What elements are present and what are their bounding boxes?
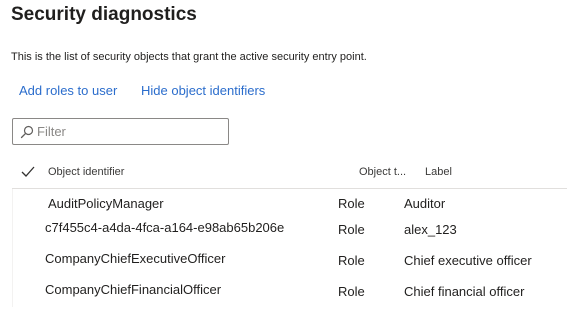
hide-object-identifiers-button[interactable]: Hide object identifiers: [141, 83, 265, 98]
cell-object-identifier: AuditPolicyManager: [48, 196, 164, 211]
cell-label: Chief executive officer: [404, 253, 532, 268]
cell-object-type: Role: [338, 196, 365, 211]
search-icon: [20, 125, 34, 139]
page-description: This is the list of security objects tha…: [11, 51, 367, 63]
table-row[interactable]: CompanyChiefExecutiveOfficer Role Chief …: [12, 250, 567, 276]
cell-object-type: Role: [338, 253, 365, 268]
column-header-object-type[interactable]: Object t...: [359, 166, 413, 178]
table-row[interactable]: CompanyChiefFinancialOfficer Role Chief …: [12, 281, 567, 307]
column-header-object-identifier[interactable]: Object identifier: [48, 166, 124, 178]
column-header-label[interactable]: Label: [425, 166, 452, 178]
page-title: Security diagnostics: [11, 4, 197, 25]
cell-object-identifier: c7f455c4-a4da-4fca-a164-e98ab65b206e: [45, 220, 285, 235]
cell-object-type: Role: [338, 284, 365, 299]
cell-label: Chief financial officer: [404, 284, 525, 299]
cell-object-identifier: CompanyChiefExecutiveOfficer: [45, 251, 226, 266]
checkmark-icon[interactable]: [21, 165, 35, 177]
table-row[interactable]: AuditPolicyManager Role Auditor: [12, 195, 567, 221]
filter-box[interactable]: [12, 118, 229, 145]
cell-object-type: Role: [338, 222, 365, 237]
cell-label: alex_123: [404, 222, 457, 237]
add-roles-to-user-button[interactable]: Add roles to user: [19, 83, 117, 98]
table-row[interactable]: c7f455c4-a4da-4fca-a164-e98ab65b206e Rol…: [12, 219, 567, 245]
grid-header: Object identifier Object t... Label: [12, 156, 567, 189]
cell-object-identifier: CompanyChiefFinancialOfficer: [45, 282, 222, 297]
cell-label: Auditor: [404, 196, 446, 211]
filter-input[interactable]: [37, 122, 222, 141]
